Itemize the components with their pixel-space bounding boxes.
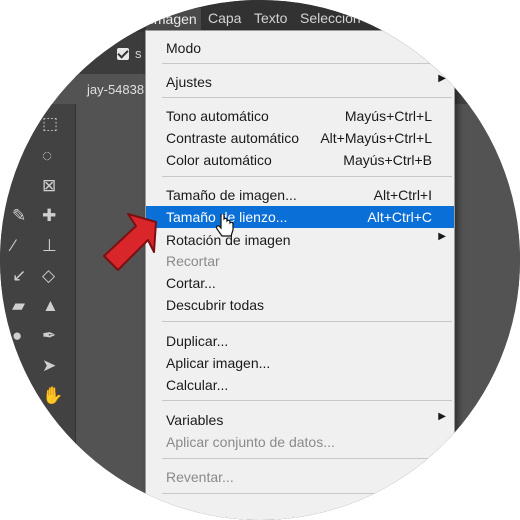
menu-item-shortcut: Mayús+Ctrl+B (343, 152, 432, 168)
hand-cursor-icon (216, 214, 234, 237)
menu-item-label: Tamaño de imagen... (166, 187, 297, 203)
crop-tool-icon[interactable]: ⊠ (42, 176, 56, 196)
menu-item-shortcut: Alt+Mayús+Ctrl+L (320, 130, 432, 146)
menu-item-aplicar-imagen[interactable]: Aplicar imagen... (146, 352, 454, 374)
eraser-tool-icon[interactable]: ◇ (42, 266, 55, 286)
history-brush-tool-icon[interactable]: ↙ (12, 266, 26, 286)
menu-separator (162, 400, 452, 401)
menu-item-aplicar-conjunto-datos[interactable]: Aplicar conjunto de datos... (146, 431, 454, 453)
menu-item-label: Aplicar imagen... (166, 355, 271, 371)
pen-tool-icon[interactable]: ✒ (42, 326, 56, 346)
menu-separator (162, 493, 452, 494)
marquee-tool-icon[interactable]: ⬚ (42, 114, 58, 134)
menu-bar: Imagen Capa Texto Selección (0, 0, 520, 32)
menu-item-tamano-imagen[interactable]: Tamaño de imagen... Alt+Ctrl+I (146, 184, 454, 206)
document-tab-label: jay-54838 (87, 82, 145, 97)
menu-item-label: Calcular... (166, 377, 229, 393)
menu-separator (162, 176, 452, 177)
lasso-tool-icon[interactable]: ◌ (42, 146, 52, 166)
menu-item-tono-automatico[interactable]: Tono automático Mayús+Ctrl+L (146, 105, 454, 127)
menu-separator (162, 97, 452, 98)
menu-item-variables[interactable]: Variables ▶ (146, 409, 454, 431)
eyedropper-tool-icon[interactable]: ✎ (12, 206, 26, 226)
screenshot-circle-frame: Imagen Capa Texto Selección s jay-54838 … (0, 0, 520, 520)
menu-item-label: Variables (166, 412, 224, 428)
menu-item-duplicar[interactable]: Duplicar... (146, 330, 454, 352)
blur-tool-icon[interactable]: ▲ (42, 296, 59, 316)
menu-separator (162, 321, 452, 322)
hand-tool-icon[interactable]: ✋ (42, 386, 63, 406)
submenu-arrow-icon: ▶ (438, 411, 446, 422)
menu-item-label: Descubrir todas (166, 297, 265, 313)
menu-item-cortar[interactable]: Cortar... (146, 272, 454, 294)
menu-imagen[interactable]: Imagen (146, 8, 201, 30)
menu-item-label: Recortar (166, 253, 220, 269)
menu-item-label: Aplicar conjunto de datos... (166, 434, 335, 450)
menu-item-color-automatico[interactable]: Color automático Mayús+Ctrl+B (146, 149, 454, 171)
menu-item-shortcut: Alt+Ctrl+C (367, 209, 432, 225)
submenu-arrow-icon: ▶ (438, 73, 446, 84)
menu-item-modo[interactable]: Modo (146, 37, 454, 59)
menu-item-label: Tono automático (166, 108, 269, 124)
menu-item-label: Ajustes (166, 74, 212, 90)
menu-item-label: Reventar... (166, 469, 234, 485)
menu-item-calcular[interactable]: Calcular... (146, 374, 454, 396)
menu-separator (162, 63, 452, 64)
menu-item-ajustes[interactable]: Ajustes ▶ (146, 71, 454, 93)
menu-item-tamano-lienzo[interactable]: Tamaño de lienzo... Alt+Ctrl+C (146, 206, 454, 228)
gradient-tool-icon[interactable]: ▰ (12, 296, 25, 316)
stamp-tool-icon[interactable]: ⊥ (42, 236, 57, 256)
path-selection-tool-icon[interactable]: ➤ (42, 356, 56, 376)
menu-item-reventar[interactable]: Reventar... (146, 466, 454, 488)
menu-item-rotacion-imagen[interactable]: Rotación de imagen ▶ (146, 229, 454, 251)
options-checkbox[interactable] (117, 48, 129, 60)
menu-seleccion[interactable]: Selección (300, 10, 361, 26)
type-tool-icon[interactable]: ⌐ (12, 356, 22, 376)
menu-item-label: Duplicar... (166, 333, 229, 349)
menu-item-label: Contraste automático (166, 130, 300, 146)
healing-brush-tool-icon[interactable]: ✚ (42, 206, 56, 226)
menu-item-label: Modo (166, 40, 202, 56)
menu-texto[interactable]: Texto (254, 10, 287, 26)
menu-item-shortcut: Mayús+Ctrl+L (344, 108, 432, 124)
menu-item-label: Cortar... (166, 275, 216, 291)
menu-item-shortcut: Alt+Ctrl+I (373, 187, 432, 203)
menu-separator (162, 458, 452, 459)
submenu-arrow-icon: ▶ (438, 231, 446, 242)
menu-item-label: Color automático (166, 152, 272, 168)
menu-capa[interactable]: Capa (208, 10, 241, 26)
red-pointer-arrow-icon (103, 213, 157, 271)
options-checkbox-label: s (135, 46, 142, 61)
image-menu-dropdown: Modo Ajustes ▶ Tono automático Mayús+Ctr… (145, 30, 455, 520)
menu-item-recortar[interactable]: Recortar (146, 250, 454, 272)
brush-tool-icon[interactable]: ⁄ (12, 236, 15, 256)
document-tab[interactable]: jay-54838 (75, 74, 155, 104)
menu-item-contraste-automatico[interactable]: Contraste automático Alt+Mayús+Ctrl+L (146, 127, 454, 149)
dodge-tool-icon[interactable]: ● (12, 326, 22, 346)
menu-item-descubrir-todas[interactable]: Descubrir todas (146, 294, 454, 316)
tools-panel: ⬚ ◌ ⊠ ✎ ✚ ⁄ ⊥ ↙ ◇ ▰ ▲ ● ✒ ⌐ ➤ ✋ (0, 104, 76, 520)
